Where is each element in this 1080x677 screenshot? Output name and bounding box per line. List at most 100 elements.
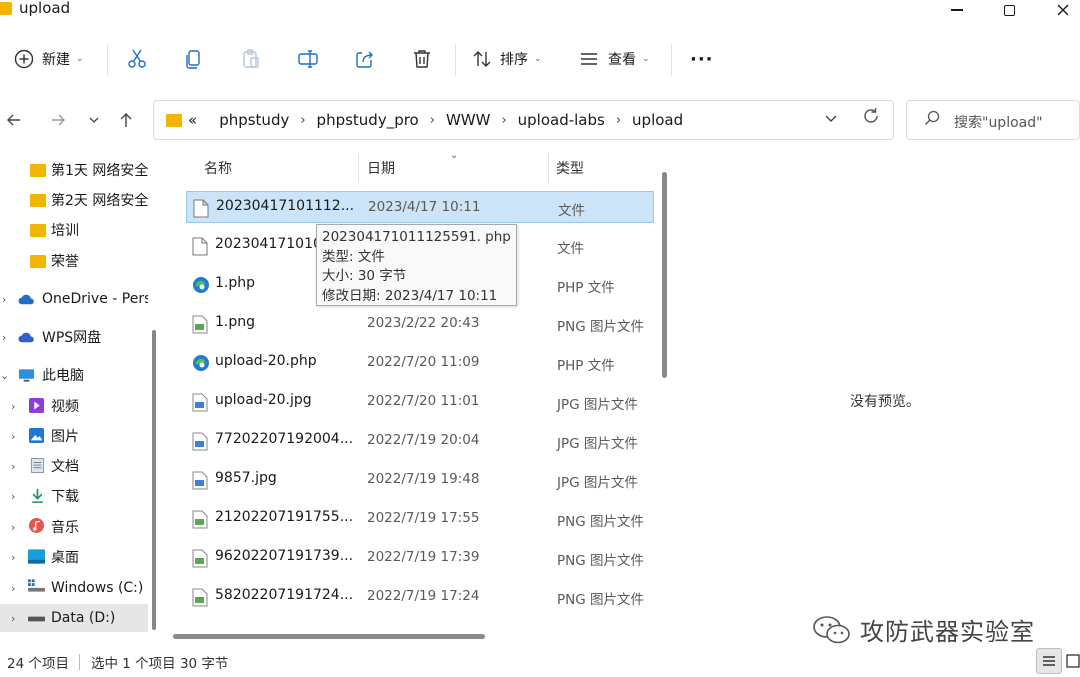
file-date: 2022/7/19 20:04 xyxy=(367,432,480,448)
sidebar-item-videos[interactable]: › 视频 xyxy=(0,392,148,420)
sidebar-item-downloads[interactable]: › 下载 xyxy=(0,482,148,510)
breadcrumb-item[interactable]: upload xyxy=(632,111,683,129)
search-input[interactable]: 搜索"upload" xyxy=(906,100,1080,140)
column-header-name[interactable]: 名称 xyxy=(204,152,232,184)
folder-icon xyxy=(0,2,12,15)
sort-button[interactable]: 排序 ⌄ xyxy=(470,44,542,74)
back-button[interactable] xyxy=(2,108,26,132)
column-divider[interactable] xyxy=(358,154,359,182)
share-button[interactable] xyxy=(353,44,377,74)
refresh-icon xyxy=(864,108,878,123)
file-row[interactable]: upload-20.php 2022/7/20 11:09 PHP 文件 xyxy=(186,347,654,379)
expand-chevron-icon[interactable]: › xyxy=(11,460,15,473)
folder-icon xyxy=(30,193,46,207)
expand-chevron-icon[interactable]: › xyxy=(2,293,6,306)
refresh-button[interactable] xyxy=(862,107,880,130)
expand-chevron-icon[interactable]: › xyxy=(2,331,6,344)
document-icon xyxy=(30,458,45,473)
recent-locations-button[interactable] xyxy=(82,108,106,132)
file-list-horizontal-scrollbar[interactable] xyxy=(173,634,485,639)
file-row[interactable]: 21202207191755... 2022/7/19 17:55 PNG 图片文件 xyxy=(186,503,654,535)
file-type: JPG 图片文件 xyxy=(557,436,638,452)
sidebar-item-this-pc[interactable]: ⌄ 此电脑 xyxy=(0,361,148,389)
address-dropdown-button[interactable] xyxy=(824,111,838,129)
breadcrumb-item[interactable]: WWW xyxy=(446,111,491,129)
breadcrumb-item[interactable]: upload-labs xyxy=(518,111,605,129)
up-button[interactable] xyxy=(114,108,138,132)
expand-chevron-icon[interactable]: › xyxy=(11,582,15,595)
file-row[interactable]: 1.png 2023/2/22 20:43 PNG 图片文件 xyxy=(186,308,654,340)
scissors-icon xyxy=(128,49,146,68)
png-file-icon xyxy=(192,549,208,568)
chevron-right-icon[interactable]: › xyxy=(300,113,305,128)
maximize-button[interactable] xyxy=(986,0,1032,20)
minimize-button[interactable] xyxy=(934,0,980,20)
wechat-logo-icon xyxy=(813,615,850,643)
sidebar-item-day1-folder[interactable]: 第1天 网络安全 xyxy=(0,156,148,184)
sidebar-item-honors[interactable]: 荣誉 xyxy=(0,247,148,275)
file-list-vertical-scrollbar[interactable] xyxy=(662,172,667,378)
file-type: PNG 图片文件 xyxy=(557,553,644,569)
chevron-right-icon[interactable]: › xyxy=(616,113,621,128)
chevron-right-icon[interactable]: › xyxy=(501,113,506,128)
file-row[interactable]: 58202207191724... 2022/7/19 17:24 PNG 图片文件 xyxy=(186,581,654,613)
view-button[interactable]: 查看 ⌄ xyxy=(577,44,650,74)
sidebar-item-music[interactable]: › 音乐 xyxy=(0,513,148,541)
tiles-view-button[interactable] xyxy=(1066,648,1080,674)
sidebar-item-pictures[interactable]: › 图片 xyxy=(0,422,148,450)
expand-chevron-icon[interactable]: › xyxy=(11,490,15,503)
sidebar-item-label: 桌面 xyxy=(51,550,79,566)
paste-button[interactable] xyxy=(239,44,263,74)
sidebar-item-desktop[interactable]: › 桌面 xyxy=(0,543,148,571)
watermark-text: 攻防武器实验室 xyxy=(860,618,1035,646)
close-button[interactable] xyxy=(1040,0,1080,20)
rename-button[interactable] xyxy=(296,44,320,74)
sidebar-item-label: 荣誉 xyxy=(51,254,79,270)
sidebar-scrollbar[interactable] xyxy=(152,330,156,630)
sidebar-item-drive-d[interactable]: › Data (D:) xyxy=(0,604,148,632)
cut-button[interactable] xyxy=(125,44,149,74)
file-row[interactable]: upload-20.jpg 2022/7/20 11:01 JPG 图片文件 xyxy=(186,386,654,418)
rename-icon xyxy=(298,50,318,68)
sidebar-item-training[interactable]: 培训 xyxy=(0,216,148,244)
expand-chevron-icon[interactable]: › xyxy=(11,521,15,534)
expand-chevron-icon[interactable]: › xyxy=(11,551,15,564)
file-name: 21202207191755... xyxy=(215,509,354,525)
chevron-right-icon[interactable]: › xyxy=(430,113,435,128)
sidebar-item-onedrive[interactable]: › OneDrive - Pers xyxy=(0,285,148,313)
maximize-icon xyxy=(1003,4,1015,16)
sidebar-item-wps[interactable]: › WPS网盘 xyxy=(0,323,148,351)
expand-chevron-icon[interactable]: › xyxy=(11,612,15,625)
column-divider[interactable] xyxy=(548,154,549,182)
address-bar[interactable]: « phpstudy › phpstudy_pro › WWW › upload… xyxy=(153,100,894,140)
collapse-chevron-icon[interactable]: ⌄ xyxy=(0,369,9,382)
new-button[interactable]: 新建 ⌄ xyxy=(12,44,84,74)
sidebar-item-day2-folder[interactable]: 第2天 网络安全 xyxy=(0,186,148,214)
file-row[interactable]: 77202207192004... 2022/7/19 20:04 JPG 图片文件 xyxy=(186,425,654,457)
file-row[interactable]: 9857.jpg 2022/7/19 19:48 JPG 图片文件 xyxy=(186,464,654,496)
more-options-button[interactable]: ··· xyxy=(690,44,714,74)
minimize-icon xyxy=(951,9,963,11)
file-row[interactable]: 20230417101112... 2023/4/17 10:11 文件 xyxy=(186,191,654,223)
breadcrumb-overflow[interactable]: « xyxy=(188,111,197,129)
file-row[interactable]: 96202207191739... 2022/7/19 17:39 PNG 图片文件 xyxy=(186,542,654,574)
blank-file-icon xyxy=(192,237,208,256)
column-header-type[interactable]: 类型 xyxy=(556,152,584,184)
forward-button[interactable] xyxy=(46,108,70,132)
sidebar-item-drive-c[interactable]: › Windows (C:) xyxy=(0,574,148,602)
status-bar: 24 个项目 选中 1 个项目 30 字节 xyxy=(0,646,1080,677)
expand-chevron-icon[interactable]: › xyxy=(11,430,15,443)
file-name: 1.php xyxy=(215,275,256,291)
breadcrumb-item[interactable]: phpstudy xyxy=(219,111,289,129)
copy-button[interactable] xyxy=(182,44,206,74)
item-count: 24 个项目 xyxy=(7,656,69,672)
paste-icon xyxy=(243,49,259,68)
expand-chevron-icon[interactable]: › xyxy=(11,400,15,413)
delete-button[interactable] xyxy=(410,44,434,74)
column-header-label: 名称 xyxy=(204,161,232,177)
column-header-date[interactable]: 日期 xyxy=(367,152,395,184)
close-icon xyxy=(1057,4,1069,16)
breadcrumb-item[interactable]: phpstudy_pro xyxy=(317,111,419,129)
sidebar-item-documents[interactable]: › 文档 xyxy=(0,452,148,480)
details-view-button[interactable] xyxy=(1036,648,1062,674)
